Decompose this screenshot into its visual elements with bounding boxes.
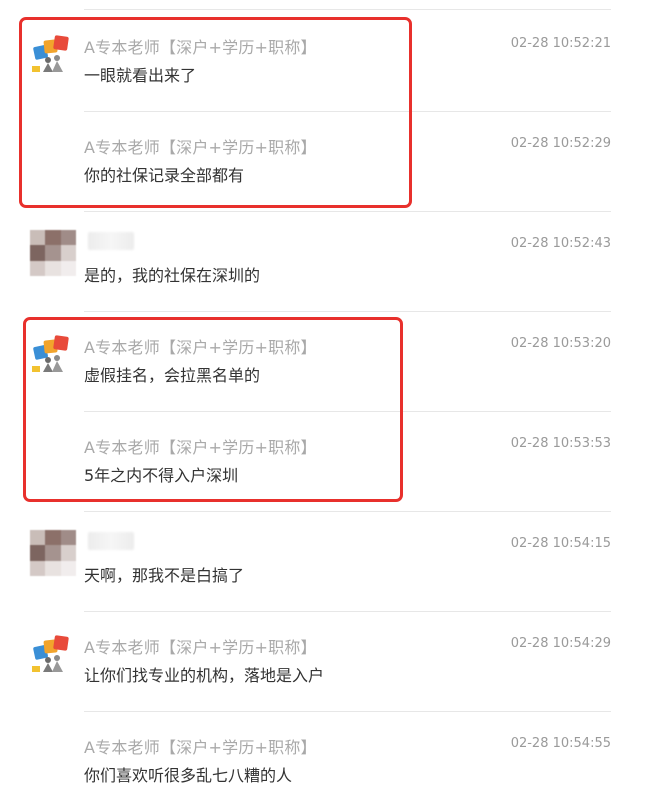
chat-message: A专本老师【深户+学历+职称】 02-28 10:54:55 你们喜欢听很多乱七… [0, 712, 668, 812]
message-timestamp: 02-28 10:53:53 [510, 436, 611, 451]
message-timestamp: 02-28 10:52:43 [510, 236, 611, 251]
message-timestamp: 02-28 10:54:29 [510, 636, 611, 651]
teacher-avatar-icon[interactable] [30, 632, 74, 676]
message-text: 让你们找专业的机构，落地是入户 [84, 666, 325, 685]
highlight-box [23, 317, 403, 502]
message-text: 天啊，那我不是白搞了 [84, 566, 245, 585]
message-timestamp: 02-28 10:52:21 [510, 36, 611, 51]
user-avatar-icon[interactable] [30, 530, 76, 576]
user-avatar-icon[interactable] [30, 230, 76, 276]
blurred-user-name [88, 232, 134, 250]
chat-message: 02-28 10:54:15 天啊，那我不是白搞了 [0, 512, 668, 612]
chat-message: 02-28 10:52:43 是的，我的社保在深圳的 [0, 212, 668, 312]
top-divider [84, 9, 611, 10]
sender-name[interactable]: A专本老师【深户+学历+职称】 [84, 634, 317, 658]
blurred-user-name [88, 532, 134, 550]
chat-message: A专本老师【深户+学历+职称】 02-28 10:54:29 让你们找专业的机构… [0, 612, 668, 712]
message-timestamp: 02-28 10:53:20 [510, 336, 611, 351]
highlight-box [19, 17, 412, 208]
message-timestamp: 02-28 10:54:15 [510, 536, 611, 551]
message-text: 是的，我的社保在深圳的 [84, 266, 261, 285]
sender-name[interactable]: A专本老师【深户+学历+职称】 [84, 734, 317, 758]
message-text: 你们喜欢听很多乱七八糟的人 [84, 766, 293, 785]
message-timestamp: 02-28 10:54:55 [510, 736, 611, 751]
message-timestamp: 02-28 10:52:29 [510, 136, 611, 151]
